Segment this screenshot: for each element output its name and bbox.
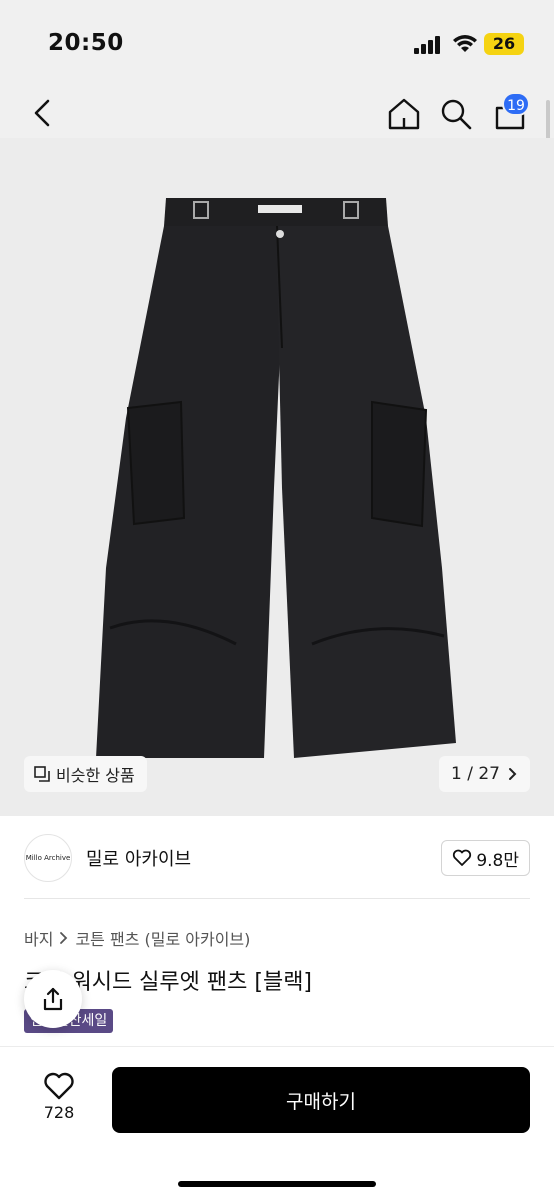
nav-header — [0, 88, 554, 138]
chevron-right-icon — [60, 932, 68, 944]
heart-icon — [453, 849, 472, 866]
product-image-gallery[interactable]: 비슷한 상품 1 / 27 — [0, 138, 554, 816]
seller-logo-text: Millo Archive — [25, 854, 71, 862]
share-button[interactable] — [24, 970, 82, 1028]
share-icon — [43, 987, 63, 1011]
similar-icon — [34, 766, 50, 782]
seller-row[interactable]: Millo Archive 밀로 아카이브 9.8만 — [0, 830, 554, 886]
back-icon[interactable] — [26, 96, 60, 130]
product-photo — [96, 198, 456, 758]
seller-like-button[interactable]: 9.8만 — [441, 840, 530, 876]
similar-products-label: 비슷한 상품 — [56, 766, 135, 785]
breadcrumb: 바지 코튼 팬츠 (밀로 아카이브) — [24, 926, 250, 950]
wishlist-count: 728 — [43, 1103, 75, 1122]
bottom-action-bar: 728 구매하기 — [0, 1046, 554, 1200]
home-indicator — [178, 1181, 376, 1187]
heart-icon — [44, 1072, 74, 1100]
search-icon[interactable] — [438, 96, 474, 132]
battery-indicator: 26 — [484, 33, 524, 55]
seller-like-count: 9.8만 — [476, 850, 519, 871]
wishlist-button[interactable]: 728 — [34, 1071, 84, 1131]
seller-name[interactable]: 밀로 아카이브 — [86, 845, 191, 871]
image-counter-text: 1 / 27 — [451, 764, 500, 784]
divider — [24, 898, 530, 899]
chevron-right-icon — [509, 768, 517, 780]
home-icon[interactable] — [386, 96, 422, 132]
buy-button[interactable]: 구매하기 — [112, 1067, 530, 1133]
image-page-counter[interactable]: 1 / 27 — [439, 756, 530, 792]
status-time: 20:50 — [48, 30, 124, 56]
breadcrumb-category[interactable]: 바지 — [24, 926, 53, 950]
status-bar: 20:50 26 — [0, 0, 554, 88]
similar-products-button[interactable]: 비슷한 상품 — [24, 756, 147, 792]
cart-count-badge: 19 — [502, 92, 530, 116]
wifi-icon — [453, 35, 477, 52]
buy-button-label: 구매하기 — [286, 1090, 356, 1113]
breadcrumb-subcategory[interactable]: 코튼 팬츠 (밀로 아카이브) — [75, 926, 250, 950]
signal-icon — [414, 36, 440, 54]
seller-logo[interactable]: Millo Archive — [24, 834, 72, 882]
